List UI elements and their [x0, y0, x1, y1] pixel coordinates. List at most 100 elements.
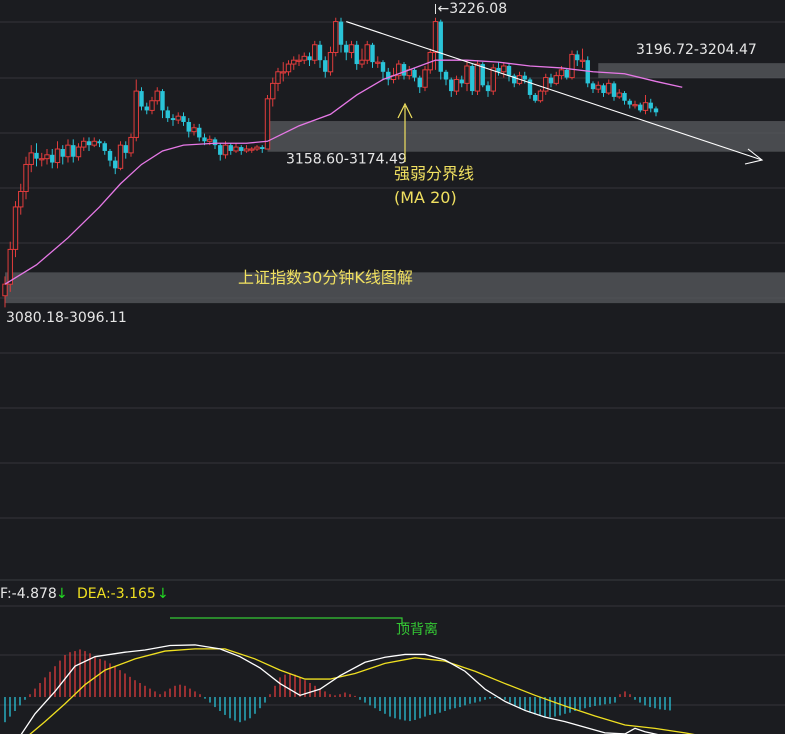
- candle-body: [601, 85, 606, 94]
- candle-body: [86, 141, 92, 146]
- candle-body: [459, 79, 464, 84]
- candle-body: [485, 85, 491, 92]
- candle-body: [449, 79, 454, 92]
- candle-body: [60, 149, 65, 157]
- candle-body: [34, 152, 39, 159]
- kline-chart: 3080.18-3096.11 3158.60-3174.49 3196.72-32…: [0, 0, 785, 734]
- candle-body: [323, 60, 328, 72]
- candle-body: [359, 59, 365, 65]
- candle-body: [354, 44, 359, 65]
- candle-body: [260, 147, 265, 150]
- candle-body: [133, 90, 139, 138]
- candle-body: [648, 102, 653, 109]
- candle-body: [470, 65, 475, 92]
- candle-body: [432, 21, 439, 53]
- candle-body: [18, 190, 24, 208]
- candle-body: [23, 163, 29, 192]
- candle-body: [50, 154, 55, 163]
- macd-dea-value: DEA:-3.165: [77, 586, 156, 602]
- candle-body: [12, 206, 19, 250]
- candle-body: [348, 44, 355, 53]
- candle-body: [653, 108, 659, 113]
- candle-body: [590, 83, 596, 90]
- candle-body: [249, 148, 255, 151]
- candle-body: [97, 141, 102, 144]
- candle-body: [506, 65, 512, 76]
- candle-body: [375, 61, 381, 64]
- candle-body: [569, 53, 575, 79]
- candle-body: [564, 69, 569, 78]
- candle-body: [501, 65, 507, 73]
- candle-body: [218, 145, 223, 155]
- dea-down-arrow-icon: ↓: [157, 586, 169, 602]
- candle-body: [228, 145, 233, 151]
- zone-label-low: 3080.18-3096.11: [6, 310, 127, 326]
- candle-body: [280, 71, 286, 74]
- candle-body: [222, 144, 229, 156]
- candle-body: [254, 146, 260, 150]
- zone-label-mid: 3158.60-3174.49: [286, 152, 407, 168]
- candle-body: [307, 56, 312, 61]
- high-marker-label: ←3226.08: [438, 1, 508, 17]
- candle-body: [638, 104, 643, 111]
- macd-dif-value: F:-4.878: [0, 586, 57, 602]
- candle-body: [464, 65, 470, 84]
- candle-body: [7, 248, 13, 285]
- candle-body: [622, 93, 627, 101]
- candle-body: [632, 104, 638, 107]
- dif-down-arrow-icon: ↓: [56, 586, 68, 602]
- candle-body: [181, 116, 186, 122]
- candle-body: [239, 147, 244, 151]
- candle-body: [422, 69, 428, 88]
- candle-body: [139, 91, 144, 107]
- candle-body: [537, 90, 544, 102]
- candle-body: [595, 84, 601, 90]
- candle-body: [627, 100, 632, 105]
- candle-body: [443, 71, 449, 80]
- candle-body: [113, 160, 118, 169]
- candle-body: [401, 64, 407, 76]
- candle-body: [186, 121, 191, 132]
- candle-body: [170, 118, 176, 121]
- candle-body: [2, 283, 8, 297]
- candle-body: [579, 59, 586, 62]
- zone-label-high: 3196.72-3204.47: [636, 42, 757, 58]
- candle-body: [102, 143, 107, 151]
- candle-body: [197, 127, 202, 138]
- candle-body: [44, 154, 50, 160]
- candle-body: [39, 158, 45, 161]
- candle-body: [412, 69, 417, 78]
- candle-body: [553, 75, 559, 84]
- candle-body: [285, 63, 292, 73]
- candle-body: [54, 148, 61, 164]
- candle-body: [175, 115, 181, 121]
- candle-body: [233, 146, 239, 152]
- candle-body: [417, 77, 422, 88]
- candle-body: [364, 44, 370, 61]
- candle-body: [123, 145, 128, 153]
- candle-body: [642, 102, 649, 111]
- divergence-label: 顶背离: [396, 621, 438, 638]
- chart-annotation-title: 上证指数30分钟K线图解: [238, 268, 413, 287]
- candle-body: [243, 148, 250, 152]
- candle-body: [558, 69, 565, 77]
- candle-body: [522, 75, 527, 80]
- candle-body: [65, 144, 71, 158]
- candle-body: [117, 144, 124, 169]
- candle-body: [575, 54, 580, 61]
- candle-body: [270, 82, 276, 100]
- candle-body: [327, 51, 334, 73]
- candle-body: [207, 138, 213, 142]
- candle-body: [438, 21, 443, 72]
- candle-body: [317, 44, 323, 61]
- candle-body: [81, 140, 87, 148]
- candle-body: [165, 110, 170, 119]
- candle-body: [296, 59, 302, 62]
- candle-body: [160, 91, 165, 111]
- candle-body: [533, 94, 538, 101]
- candle-body: [71, 145, 76, 157]
- candle-body: [191, 127, 197, 133]
- candle-body: [28, 152, 34, 165]
- candle-body: [474, 63, 481, 92]
- candle-body: [128, 136, 134, 154]
